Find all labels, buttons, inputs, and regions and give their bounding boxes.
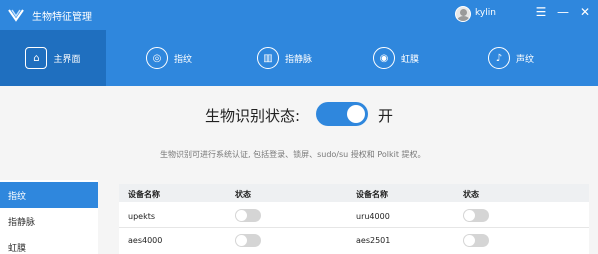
table-header: 设备名称 状态 设备名称 状态 — [119, 184, 589, 202]
tab-home-label: 主界面 — [53, 54, 81, 65]
tab-iris[interactable]: ◉ 虹膜 — [373, 30, 419, 86]
device-name: aes2501 — [356, 236, 391, 245]
device-toggle-aes4000[interactable] — [235, 234, 261, 247]
close-icon[interactable]: ✕ — [576, 3, 594, 21]
tab-home[interactable]: ⌂ 主界面 — [0, 30, 106, 86]
device-toggle-aes2501[interactable] — [463, 234, 489, 247]
device-type-list: 指纹 指静脉 虹膜 — [0, 180, 98, 254]
title-bar: 生物特征管理 kylin ☰ — ✕ — [0, 0, 598, 30]
biometric-description: 生物识别可进行系统认证, 包括登录、锁屏、sudo/su 授权和 Polkit … — [160, 150, 426, 159]
biometric-status-value: 开 — [378, 107, 394, 125]
toggle-knob — [236, 210, 247, 221]
header-status-left: 状态 — [235, 190, 251, 199]
finger-vein-icon: ▥ — [257, 47, 279, 69]
tab-finger-vein[interactable]: ▥ 指静脉 — [257, 30, 312, 86]
user-avatar[interactable] — [455, 6, 471, 22]
toggle-knob — [236, 235, 247, 246]
device-toggle-upekts[interactable] — [235, 209, 261, 222]
fingerprint-icon: ◎ — [146, 47, 168, 69]
header-device-name-right: 设备名称 — [356, 190, 388, 199]
tab-voiceprint-label: 声纹 — [516, 54, 535, 65]
menu-icon[interactable]: ☰ — [532, 3, 550, 21]
device-toggle-uru4000[interactable] — [463, 209, 489, 222]
tab-fingerprint[interactable]: ◎ 指纹 — [146, 30, 192, 86]
toggle-knob — [464, 210, 475, 221]
tab-finger-vein-label: 指静脉 — [285, 54, 313, 65]
header-device-name-left: 设备名称 — [128, 190, 160, 199]
biometric-status-toggle[interactable] — [316, 102, 368, 126]
voiceprint-icon: ♪ — [488, 47, 510, 69]
tab-fingerprint-label: 指纹 — [174, 54, 193, 65]
home-icon: ⌂ — [25, 47, 48, 69]
tab-voiceprint[interactable]: ♪ 声纹 — [488, 30, 534, 86]
minimize-icon[interactable]: — — [554, 3, 572, 21]
biometric-status-label: 生物识别状态: — [205, 107, 301, 125]
toggle-knob — [464, 235, 475, 246]
device-name: aes4000 — [128, 236, 163, 245]
app-title: 生物特征管理 — [32, 12, 92, 23]
user-name[interactable]: kylin — [475, 8, 496, 18]
nav-bar: ⌂ 主界面 ◎ 指纹 ▥ 指静脉 ◉ 虹膜 ♪ 声纹 — [0, 30, 598, 86]
app-logo-icon — [8, 9, 24, 22]
device-table: 设备名称 状态 设备名称 状态 upekts uru4000 aes4000 a… — [119, 184, 589, 254]
header-status-right: 状态 — [463, 190, 479, 199]
toggle-knob — [347, 105, 365, 123]
status-panel: 生物识别状态: 开 生物识别可进行系统认证, 包括登录、锁屏、sudo/su 授… — [0, 86, 598, 178]
iris-icon: ◉ — [373, 47, 395, 69]
device-name: uru4000 — [356, 212, 390, 221]
row-divider — [119, 227, 589, 228]
device-name: upekts — [128, 212, 156, 221]
list-item-iris[interactable]: 虹膜 — [0, 234, 98, 254]
list-item-finger-vein[interactable]: 指静脉 — [0, 208, 98, 234]
tab-iris-label: 虹膜 — [401, 54, 420, 65]
list-item-fingerprint[interactable]: 指纹 — [0, 182, 98, 208]
